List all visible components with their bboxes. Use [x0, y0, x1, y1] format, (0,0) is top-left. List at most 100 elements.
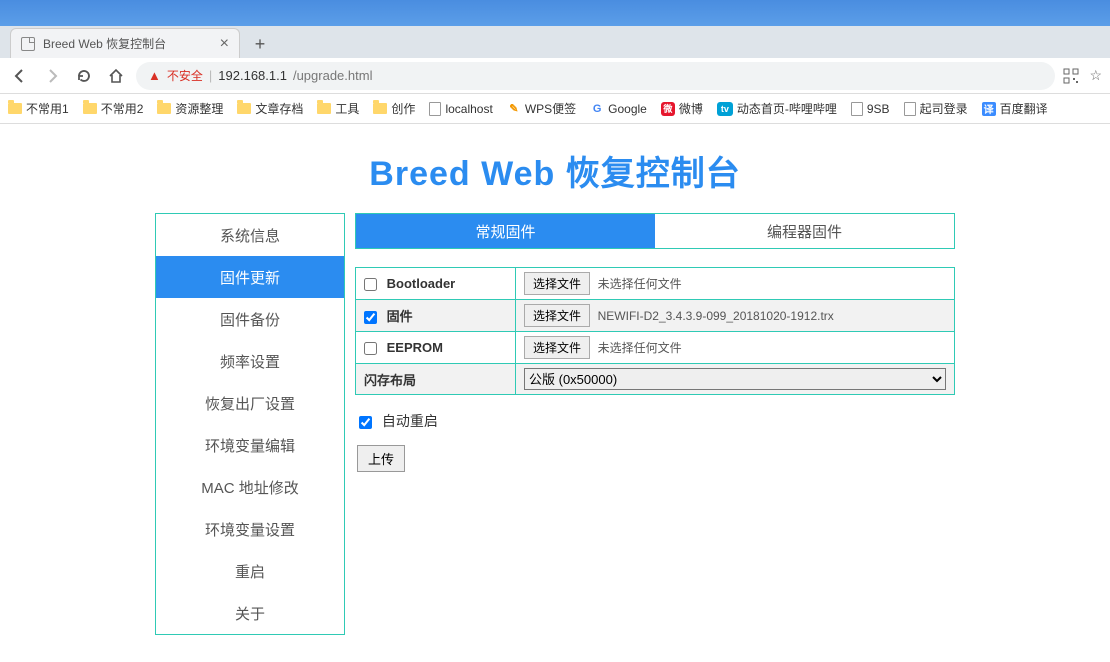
sidebar-item[interactable]: 恢复出厂设置 — [156, 382, 344, 424]
window-titlebar — [0, 0, 1110, 26]
bookmark-item[interactable]: 不常用2 — [83, 100, 144, 117]
new-tab-button[interactable]: + — [246, 30, 274, 58]
eeprom-file-button[interactable]: 选择文件 — [524, 336, 590, 359]
bookmark-item[interactable]: 9SB — [851, 102, 890, 116]
url-path: /upgrade.html — [293, 68, 373, 83]
auto-reboot-row: 自动重启 — [359, 411, 955, 431]
bookmark-label: 文章存档 — [255, 100, 303, 117]
sidebar-item[interactable]: 重启 — [156, 550, 344, 592]
bookmark-item[interactable]: 资源整理 — [157, 100, 223, 117]
sidebar-item[interactable]: 环境变量设置 — [156, 508, 344, 550]
page-content: Breed Web 恢复控制台 系统信息固件更新固件备份频率设置恢复出厂设置环境… — [0, 124, 1110, 635]
eeprom-label: EEPROM — [387, 340, 443, 355]
page-title: Breed Web 恢复控制台 — [0, 146, 1110, 195]
upload-button[interactable]: 上传 — [357, 445, 405, 472]
not-secure-label: 不安全 — [167, 67, 203, 84]
wps-icon: ✎ — [507, 102, 521, 116]
folder-icon — [237, 103, 251, 114]
sidebar-item[interactable]: 环境变量编辑 — [156, 424, 344, 466]
bootloader-label: Bootloader — [387, 276, 456, 291]
bookmark-item[interactable]: G Google — [590, 102, 647, 116]
folder-icon — [157, 103, 171, 114]
home-button[interactable] — [104, 64, 128, 88]
sidebar-item[interactable]: 关于 — [156, 592, 344, 634]
warning-icon: ▲ — [148, 68, 161, 83]
url-host: 192.168.1.1 — [218, 68, 287, 83]
firmware-checkbox[interactable] — [364, 311, 377, 324]
bookmark-item[interactable]: 文章存档 — [237, 100, 303, 117]
browser-tab-active[interactable]: Breed Web 恢复控制台 × — [10, 28, 240, 58]
bookmark-label: 创作 — [391, 100, 415, 117]
bookmark-label: Google — [608, 102, 647, 116]
bookmark-label: 微博 — [679, 100, 703, 117]
flash-layout-select[interactable]: 公版 (0x50000) — [524, 368, 946, 390]
bookmark-item[interactable]: 起司登录 — [904, 100, 968, 117]
bootloader-checkbox[interactable] — [364, 278, 377, 291]
back-button[interactable] — [8, 64, 32, 88]
firmware-tabs: 常规固件编程器固件 — [355, 213, 955, 249]
auto-reboot-label: 自动重启 — [382, 413, 438, 429]
bookmark-item[interactable]: 不常用1 — [8, 100, 69, 117]
firmware-tab[interactable]: 编程器固件 — [655, 214, 954, 248]
star-icon[interactable]: ☆ — [1089, 67, 1102, 84]
upgrade-form-table: Bootloader 选择文件 未选择任何文件 固件 选择文件 NEWIFI-D… — [355, 267, 955, 395]
eeprom-file-status: 未选择任何文件 — [598, 341, 682, 355]
bookmark-label: 不常用2 — [101, 100, 144, 117]
bookmark-item[interactable]: ✎ WPS便签 — [507, 100, 576, 117]
bookmarks-bar: 不常用1 不常用2 资源整理 文章存档 工具 创作 localhost ✎ WPS便签 G Goog… — [0, 94, 1110, 124]
row-eeprom-label-cell: EEPROM — [356, 332, 516, 364]
folder-icon — [317, 103, 331, 114]
flash-layout-label: 闪存布局 — [364, 373, 416, 388]
bookmark-item[interactable]: localhost — [429, 102, 492, 116]
page-icon — [904, 102, 916, 116]
address-bar[interactable]: ▲ 不安全 | 192.168.1.1/upgrade.html — [136, 62, 1055, 90]
bookmark-item[interactable]: 微微博 — [661, 100, 703, 117]
bookmark-label: 9SB — [867, 102, 890, 116]
folder-icon — [8, 103, 22, 114]
firmware-file-button[interactable]: 选择文件 — [524, 304, 590, 327]
row-firmware-label-cell: 固件 — [356, 300, 516, 332]
qr-icon[interactable] — [1063, 68, 1079, 84]
bookmark-item[interactable]: 译百度翻译 — [982, 100, 1048, 117]
row-firmware-file-cell: 选择文件 NEWIFI-D2_3.4.3.9-099_20181020-1912… — [516, 300, 955, 332]
page-icon — [429, 102, 441, 116]
flash-layout-label-cell: 闪存布局 — [356, 364, 516, 395]
row-bootloader-label-cell: Bootloader — [356, 268, 516, 300]
bookmark-item[interactable]: 工具 — [317, 100, 359, 117]
firmware-label: 固件 — [387, 309, 413, 324]
bookmark-label: 动态首页-哔哩哔哩 — [737, 100, 837, 117]
firmware-tab[interactable]: 常规固件 — [356, 214, 655, 248]
sidebar-item[interactable]: 频率设置 — [156, 340, 344, 382]
bookmark-label: 不常用1 — [26, 100, 69, 117]
page-icon — [21, 37, 35, 51]
translate-icon: 译 — [982, 102, 996, 116]
auto-reboot-checkbox[interactable] — [359, 416, 372, 429]
forward-button[interactable] — [40, 64, 64, 88]
weibo-icon: 微 — [661, 102, 675, 116]
bootloader-file-status: 未选择任何文件 — [598, 277, 682, 291]
bookmark-label: 工具 — [335, 100, 359, 117]
eeprom-checkbox[interactable] — [364, 342, 377, 355]
folder-icon — [83, 103, 97, 114]
sidebar-item[interactable]: 系统信息 — [156, 214, 344, 256]
row-bootloader-file-cell: 选择文件 未选择任何文件 — [516, 268, 955, 300]
browser-toolbar: ▲ 不安全 | 192.168.1.1/upgrade.html ☆ — [0, 58, 1110, 94]
sidebar-item[interactable]: MAC 地址修改 — [156, 466, 344, 508]
close-tab-icon[interactable]: × — [220, 35, 229, 53]
bilibili-icon: tv — [717, 102, 733, 116]
sidebar-item[interactable]: 固件更新 — [156, 256, 344, 298]
bootloader-file-button[interactable]: 选择文件 — [524, 272, 590, 295]
browser-tab-strip: Breed Web 恢复控制台 × + — [0, 26, 1110, 58]
tab-title: Breed Web 恢复控制台 — [43, 35, 166, 52]
bookmark-item[interactable]: 创作 — [373, 100, 415, 117]
firmware-file-status: NEWIFI-D2_3.4.3.9-099_20181020-1912.trx — [598, 309, 834, 323]
address-bar-actions: ☆ — [1063, 67, 1102, 84]
bookmark-item[interactable]: tv 动态首页-哔哩哔哩 — [717, 100, 837, 117]
google-icon: G — [590, 102, 604, 116]
bookmark-label: WPS便签 — [525, 100, 576, 117]
folder-icon — [373, 103, 387, 114]
reload-button[interactable] — [72, 64, 96, 88]
bookmark-label: 起司登录 — [920, 100, 968, 117]
row-eeprom-file-cell: 选择文件 未选择任何文件 — [516, 332, 955, 364]
sidebar-item[interactable]: 固件备份 — [156, 298, 344, 340]
